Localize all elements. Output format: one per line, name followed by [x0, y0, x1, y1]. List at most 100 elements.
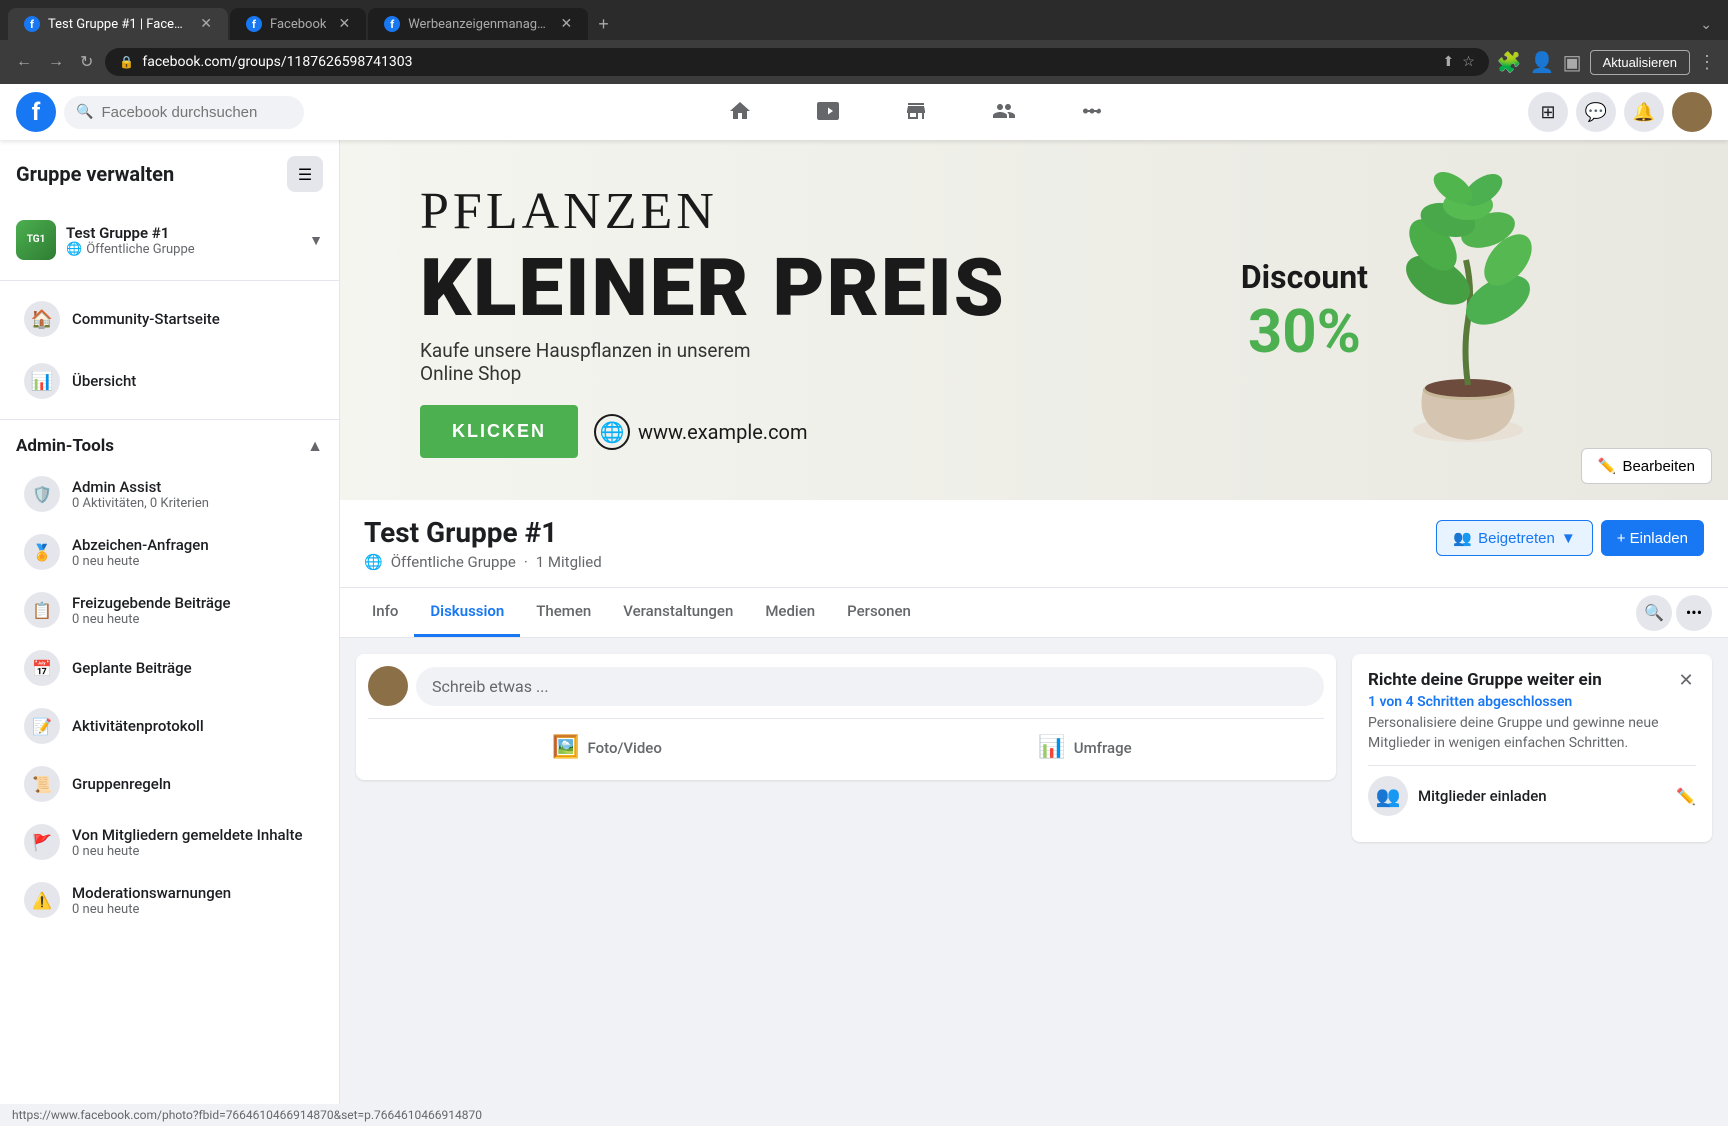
setup-edit-icon[interactable]: ✏️ [1676, 787, 1696, 806]
member-count: 1 Mitglied [536, 553, 602, 571]
share-icon[interactable]: ⬆ [1443, 54, 1455, 70]
more-tab-button[interactable]: ••• [1676, 595, 1712, 631]
cover-photo: PFLANZEN KLEINER PREIS Kaufe unsere Haus… [340, 140, 1728, 500]
tab-1[interactable]: f Test Gruppe #1 | Facebook ✕ [8, 8, 228, 40]
globe-icon: 🌐 [66, 242, 82, 257]
admin-item-5[interactable]: 📜 Gruppenregeln [8, 756, 331, 812]
invite-members-icon: 👥 [1368, 776, 1408, 816]
browser-menu-icon[interactable]: ⋮ [1698, 52, 1716, 73]
cover-title-preis: KLEINER PREIS [420, 241, 1241, 335]
reload-button[interactable]: ↻ [76, 48, 97, 76]
tab-diskussion[interactable]: Diskussion [414, 588, 520, 637]
admin-item-6[interactable]: 🚩 Von Mitgliedern gemeldete Inhalte 0 ne… [8, 814, 331, 870]
setup-invite-label: Mitglieder einladen [1418, 787, 1547, 805]
group-type: 🌐 Öffentliche Gruppe [66, 242, 195, 257]
post-input[interactable]: Schreib etwas ... [416, 667, 1324, 706]
tab-veranstaltungen[interactable]: Veranstaltungen [607, 588, 749, 637]
tab-personen[interactable]: Personen [831, 588, 927, 637]
tab-info[interactable]: Info [356, 588, 414, 637]
sidebar-item-community[interactable]: 🏠 Community-Startseite [8, 289, 331, 349]
admin-item-0[interactable]: 🛡️ Admin Assist 0 Aktivitäten, 0 Kriteri… [8, 466, 331, 522]
setup-invite-item[interactable]: 👥 Mitglieder einladen ✏️ [1368, 765, 1696, 826]
invite-button[interactable]: + Einladen [1601, 520, 1704, 556]
community-label: Community-Startseite [72, 310, 220, 328]
apps-button[interactable]: ⊞ [1528, 92, 1568, 132]
group-header-title: Test Gruppe #1 [364, 516, 602, 549]
back-button[interactable]: ← [12, 49, 36, 75]
admin-item-1[interactable]: 🏅 Abzeichen-Anfragen 0 neu heute [8, 524, 331, 580]
search-tab-button[interactable]: 🔍 [1636, 595, 1672, 631]
cover-subtitle2: Online Shop [420, 362, 1241, 385]
star-icon[interactable]: ☆ [1462, 54, 1475, 70]
pending-label: Freizugebende Beiträge [72, 594, 231, 612]
url-display: facebook.com/groups/11876265987413​03 [142, 54, 1434, 70]
nav-marketplace[interactable] [872, 84, 960, 140]
nav-video[interactable] [784, 84, 872, 140]
globe-icon-2: 🌐 [364, 553, 383, 571]
globe-icon: 🌐 [594, 414, 630, 450]
cta-klicken-button[interactable]: KLICKEN [420, 405, 578, 458]
search-input[interactable] [101, 104, 292, 121]
admin-item-7[interactable]: ⚠️ Moderationswarnungen 0 neu heute [8, 872, 331, 928]
tab-3[interactable]: f Werbeanzeigenmanager - Wer... ✕ [368, 8, 588, 40]
badge-icon: 🏅 [24, 534, 60, 570]
poll-button[interactable]: 📊 Umfrage [846, 727, 1324, 768]
status-bar: https://www.facebook.com/photo?fbid=7664… [0, 1104, 1728, 1126]
fb-logo[interactable]: f [16, 92, 56, 132]
tab-medien[interactable]: Medien [749, 588, 831, 637]
notifications-button[interactable]: 🔔 [1624, 92, 1664, 132]
aktualisieren-button[interactable]: Aktualisieren [1590, 50, 1690, 75]
tab-title-2: Facebook [270, 17, 326, 32]
admin-item-3[interactable]: 📅 Geplante Beiträge [8, 640, 331, 696]
tab-close-3[interactable]: ✕ [560, 16, 572, 32]
forward-button[interactable]: → [44, 49, 68, 75]
group-selector[interactable]: TG1 Test Gruppe #1 🌐 Öffentliche Gruppe … [0, 208, 339, 272]
address-bar[interactable]: 🔒 facebook.com/groups/11876265987413​03 … [105, 48, 1488, 76]
nav-gaming[interactable] [1048, 84, 1136, 140]
extensions-icon[interactable]: 🧩 [1497, 50, 1522, 74]
setup-panel-close-button[interactable]: ✕ [1672, 666, 1700, 694]
admin-item-2[interactable]: 📋 Freizugebende Beiträge 0 neu heute [8, 582, 331, 638]
overview-icon: 📊 [24, 363, 60, 399]
badge-label: Abzeichen-Anfragen [72, 536, 209, 554]
divider-1 [0, 280, 339, 281]
joined-button[interactable]: 👥 Beigetreten ▼ [1436, 520, 1592, 556]
reported-icon: 🚩 [24, 824, 60, 860]
messenger-button[interactable]: 💬 [1576, 92, 1616, 132]
scheduled-icon: 📅 [24, 650, 60, 686]
tab-2[interactable]: f Facebook ✕ [230, 8, 366, 40]
lock-icon: 🔒 [119, 55, 134, 69]
tab-list-button[interactable]: ⌄ [1692, 12, 1720, 37]
nav-home[interactable] [696, 84, 784, 140]
header-actions: ⊞ 💬 🔔 [1528, 92, 1712, 132]
search-bar[interactable]: 🔍 [64, 96, 304, 129]
user-avatar[interactable] [1672, 92, 1712, 132]
profile-icon[interactable]: 👤 [1530, 50, 1555, 74]
admin-assist-label: Admin Assist [72, 478, 209, 496]
new-tab-button[interactable]: + [590, 10, 617, 39]
dropdown-arrow-icon[interactable]: ▼ [309, 232, 323, 249]
status-url: https://www.facebook.com/photo?fbid=7664… [12, 1108, 482, 1122]
tab-themen[interactable]: Themen [520, 588, 607, 637]
sidebar-toggle-icon[interactable]: ▣ [1563, 50, 1582, 74]
post-box: Schreib etwas ... 🖼️ Foto/Video 📊 Umfrag… [356, 654, 1336, 780]
cover-edit-button[interactable]: ✏️ Bearbeiten [1581, 448, 1712, 484]
discount-label: Discount [1241, 258, 1368, 296]
content-columns: Schreib etwas ... 🖼️ Foto/Video 📊 Umfrag… [340, 638, 1728, 858]
tab-close-1[interactable]: ✕ [200, 16, 212, 32]
admin-tools-toggle-icon[interactable]: ▲ [307, 436, 323, 456]
photo-icon: 🖼️ [552, 735, 579, 760]
reported-sub: 0 neu heute [72, 844, 303, 859]
community-icon: 🏠 [24, 301, 60, 337]
tab-close-2[interactable]: ✕ [338, 16, 350, 32]
admin-item-4[interactable]: 📝 Aktivitätenprotokoll [8, 698, 331, 754]
warnings-icon: ⚠️ [24, 882, 60, 918]
rules-icon: 📜 [24, 766, 60, 802]
plant-illustration [1368, 170, 1648, 470]
sidebar-collapse-button[interactable]: ☰ [287, 156, 323, 192]
reported-label: Von Mitgliedern gemeldete Inhalte [72, 826, 303, 844]
group-header: Test Gruppe #1 🌐 Öffentliche Gruppe · 1 … [340, 500, 1728, 588]
nav-groups[interactable] [960, 84, 1048, 140]
photo-video-button[interactable]: 🖼️ Foto/Video [368, 727, 846, 768]
sidebar-item-overview[interactable]: 📊 Übersicht [8, 351, 331, 411]
